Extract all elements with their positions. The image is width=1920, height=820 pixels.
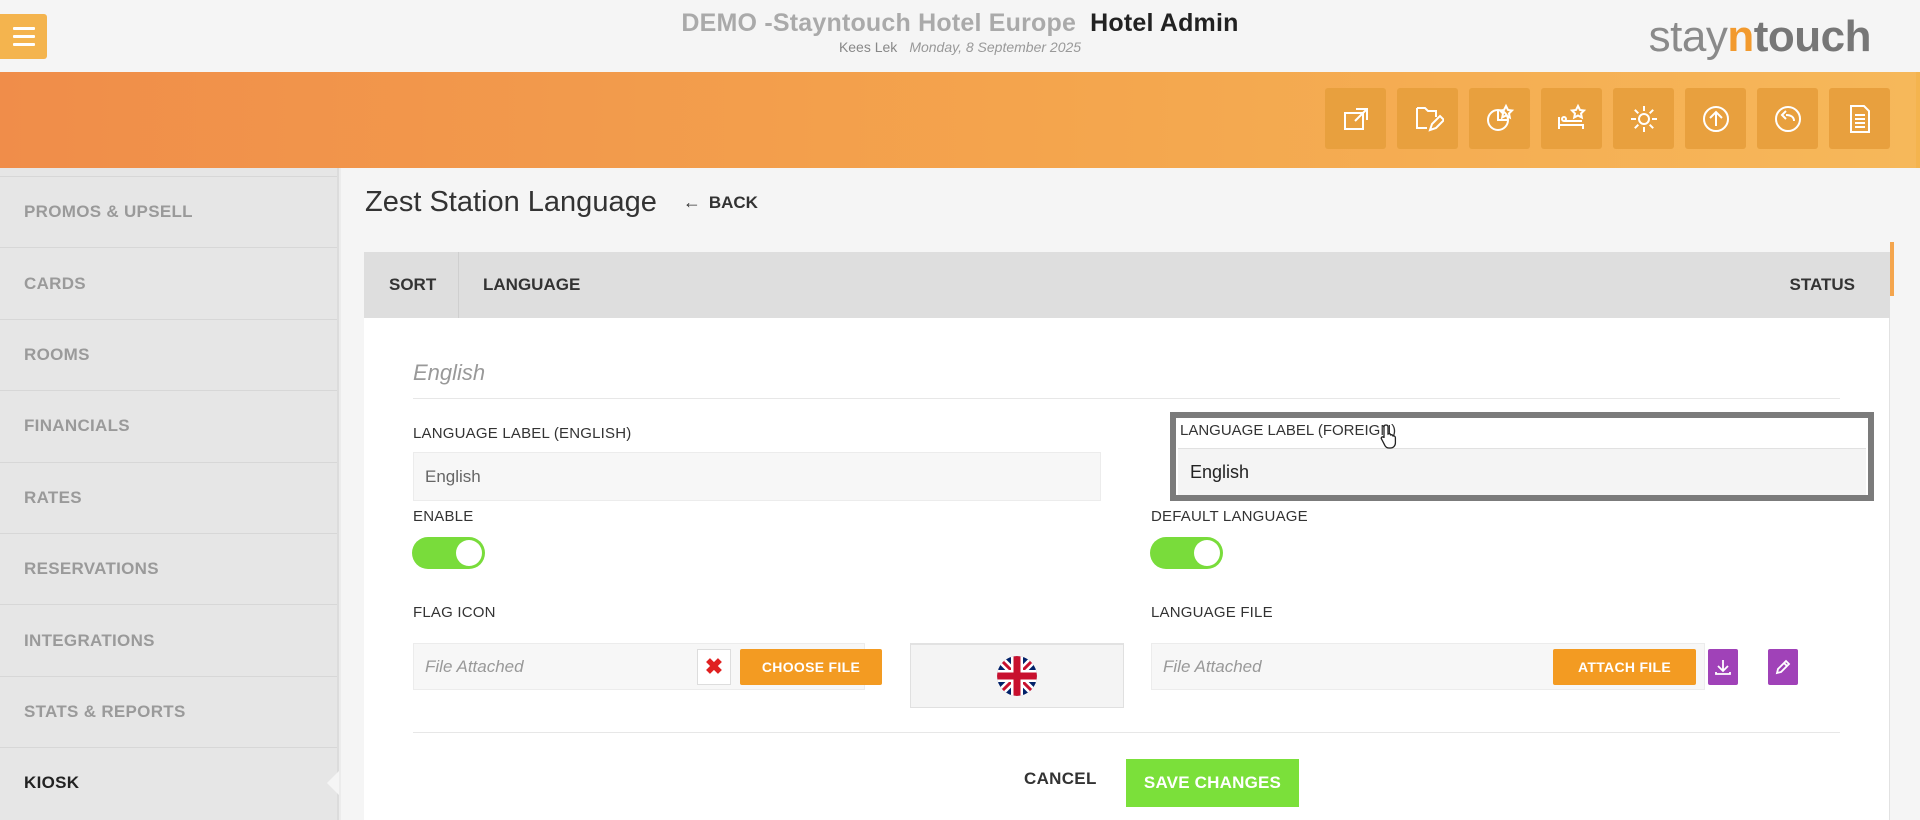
gear-icon[interactable] <box>1613 88 1674 149</box>
label-enable: ENABLE <box>413 508 474 525</box>
label-default-language: DEFAULT LANGUAGE <box>1151 508 1308 525</box>
label-english-label: LANGUAGE LABEL (ENGLISH) <box>413 425 632 442</box>
arrow-left-icon: ← <box>682 192 701 212</box>
enable-toggle[interactable] <box>412 537 485 569</box>
column-header-sort[interactable]: SORT <box>364 252 459 318</box>
column-header-language[interactable]: LANGUAGE <box>459 275 1790 295</box>
sidebar-item-rates[interactable]: RATES <box>0 461 337 533</box>
label-flag-icon: FLAG ICON <box>413 604 496 621</box>
toggle-knob <box>1194 540 1220 566</box>
external-link-icon[interactable] <box>1325 88 1386 149</box>
bed-star-icon[interactable] <box>1541 88 1602 149</box>
top-bar: DEMO -Stayntouch Hotel Europe Hotel Admin… <box>0 0 1920 72</box>
back-button[interactable]: ← BACK <box>683 192 758 213</box>
language-label-english-input[interactable]: English <box>413 452 1101 501</box>
current-date: Monday, 8 September 2025 <box>909 39 1082 55</box>
sidebar-item-kiosk[interactable]: KIOSK <box>0 747 339 818</box>
edit-documents-icon[interactable] <box>1397 88 1458 149</box>
save-changes-button[interactable]: SAVE CHANGES <box>1126 759 1299 807</box>
page-header: Zest Station Language ← BACK <box>365 186 758 219</box>
scrollbar-thumb[interactable] <box>1890 242 1894 296</box>
user-name: Kees Lek <box>838 39 898 55</box>
page-title: Zest Station Language <box>365 186 657 218</box>
divider <box>413 398 1840 399</box>
sidebar-item-promos-upsell[interactable]: PROMOS & UPSELL <box>0 176 337 247</box>
label-foreign-label: LANGUAGE LABEL (FOREIGN) <box>1180 422 1397 439</box>
document-icon[interactable] <box>1829 88 1890 149</box>
divider <box>413 732 1840 733</box>
cancel-button[interactable]: CANCEL <box>1024 769 1097 789</box>
table-header: SORT LANGUAGE STATUS <box>364 252 1890 318</box>
main-content: Zest Station Language ← BACK SORT LANGUA… <box>341 168 1920 820</box>
language-name-heading: English <box>413 360 486 385</box>
sidebar-item-financials[interactable]: FINANCIALS <box>0 390 337 461</box>
download-icon[interactable] <box>1708 649 1738 685</box>
stayntouch-logo: stayntouch <box>1648 12 1872 61</box>
logout-icon[interactable] <box>1757 88 1818 149</box>
hotel-name: DEMO -Stayntouch Hotel Europe <box>681 9 1077 37</box>
column-header-status[interactable]: STATUS <box>1790 275 1890 295</box>
chart-star-icon[interactable] <box>1469 88 1530 149</box>
uk-flag-icon <box>997 656 1037 696</box>
panel-divider <box>1889 318 1890 820</box>
header-title: DEMO -Stayntouch Hotel Europe Hotel Admin… <box>0 9 1920 55</box>
band-edge <box>1916 72 1920 168</box>
choose-file-button[interactable]: CHOOSE FILE <box>740 649 882 685</box>
back-label: BACK <box>708 192 758 212</box>
flag-preview <box>910 643 1124 708</box>
sidebar-item-reservations[interactable]: RESERVATIONS <box>0 532 337 604</box>
language-label-foreign-input[interactable]: English <box>1178 448 1866 495</box>
hand-cursor-icon <box>1380 424 1397 449</box>
upload-icon[interactable] <box>1685 88 1746 149</box>
admin-toolbar <box>1325 88 1890 149</box>
remove-file-icon[interactable]: ✖ <box>697 649 731 685</box>
sidebar-item-stats-reports[interactable]: STATS & REPORTS <box>0 675 337 747</box>
sidebar-item-cards[interactable]: CARDS <box>0 247 337 318</box>
edit-icon[interactable] <box>1768 649 1798 685</box>
label-language-file: LANGUAGE FILE <box>1151 604 1273 621</box>
app-name: Hotel Admin <box>1090 9 1239 37</box>
attach-file-button[interactable]: ATTACH FILE <box>1553 649 1696 685</box>
toggle-knob <box>456 540 482 566</box>
default-language-toggle[interactable] <box>1150 537 1223 569</box>
language-label-foreign-field: LANGUAGE LABEL (FOREIGN) English <box>1170 412 1874 501</box>
sidebar-item-integrations[interactable]: INTEGRATIONS <box>0 604 337 675</box>
sidebar: PROMOS & UPSELL CARDS ROOMS FINANCIALS R… <box>0 168 339 820</box>
language-edit-panel: English LANGUAGE LABEL (ENGLISH) English… <box>364 318 1890 820</box>
sidebar-item-rooms[interactable]: ROOMS <box>0 318 337 390</box>
